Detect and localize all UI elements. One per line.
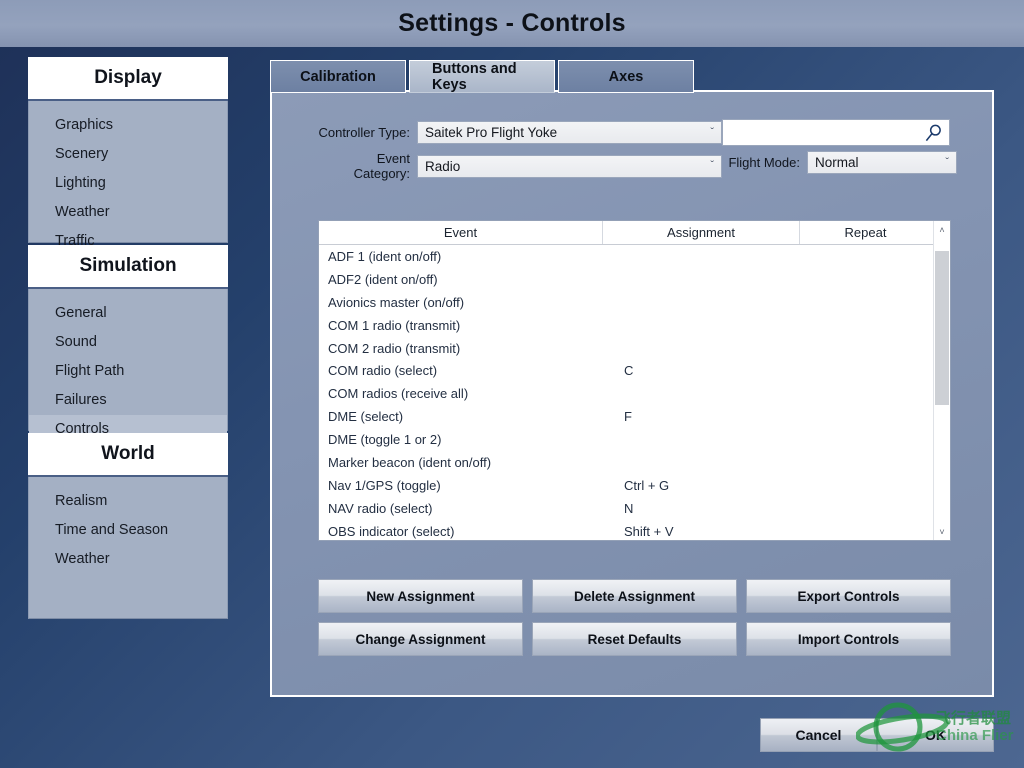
assignments-table-body-wrap: Event Assignment Repeat ADF 1 (ident on/… [319,221,933,540]
cell-assignment: C [602,363,799,378]
cell-event: COM radios (receive all) [319,386,602,401]
cell-assignment: F [602,409,799,424]
cell-event: ADF2 (ident on/off) [319,272,602,287]
tab-bar: Calibration Buttons and Keys Axes [270,60,694,93]
sidebar: Display Graphics Scenery Lighting Weathe… [28,57,228,621]
dialog-footer: Cancel OK [760,718,994,752]
controls-panel: Controller Type: Saitek Pro Flight Yoke … [270,90,994,697]
ok-button[interactable]: OK [877,718,994,752]
event-category-row: Event Category: Radio ˇ [318,151,722,181]
search-input[interactable] [723,120,919,145]
delete-assignment-button[interactable]: Delete Assignment [532,579,737,613]
sidebar-item-flight-path[interactable]: Flight Path [29,357,227,386]
search-icon[interactable] [924,124,943,143]
sidebar-item-lighting[interactable]: Lighting [29,169,227,198]
action-buttons: New Assignment Delete Assignment Export … [318,579,951,656]
sidebar-item-world-weather[interactable]: Weather [29,545,227,574]
table-row[interactable]: Nav 1/GPS (toggle)Ctrl + G [319,474,933,497]
tab-axes[interactable]: Axes [558,60,694,93]
table-row[interactable]: Marker beacon (ident on/off) [319,451,933,474]
table-row[interactable]: ADF 1 (ident on/off) [319,245,933,268]
event-category-label: Event Category: [318,151,410,181]
cell-event: COM 2 radio (transmit) [319,341,602,356]
tab-buttons-and-keys[interactable]: Buttons and Keys [409,60,555,93]
sidebar-group-world-items: Realism Time and Season Weather [28,477,228,619]
cell-event: ADF 1 (ident on/off) [319,249,602,264]
export-controls-button[interactable]: Export Controls [746,579,951,613]
cancel-button[interactable]: Cancel [760,718,877,752]
chevron-down-icon: ˇ [945,157,949,168]
cell-event: DME (select) [319,409,602,424]
cell-event: Marker beacon (ident on/off) [319,455,602,470]
column-header-repeat[interactable]: Repeat [799,221,931,244]
table-row[interactable]: Avionics master (on/off) [319,291,933,314]
change-assignment-button[interactable]: Change Assignment [318,622,523,656]
sidebar-item-graphics[interactable]: Graphics [29,111,227,140]
sidebar-header-display: Display [28,57,228,101]
table-row[interactable]: DME (select)F [319,405,933,428]
flight-mode-select[interactable]: Normal ˇ [807,151,957,174]
cell-event: NAV radio (select) [319,501,602,516]
scroll-down-arrow-icon[interactable]: ˅ [934,523,950,540]
import-controls-button[interactable]: Import Controls [746,622,951,656]
sidebar-group-display-items: Graphics Scenery Lighting Weather Traffi… [28,101,228,243]
column-header-assignment[interactable]: Assignment [602,221,799,244]
controller-type-value: Saitek Pro Flight Yoke [425,125,557,140]
cell-event: COM 1 radio (transmit) [319,318,602,333]
chevron-down-icon: ˇ [710,127,714,138]
window-title-bar: Settings - Controls [0,0,1024,47]
table-vertical-scrollbar[interactable]: ˄ ˅ [933,221,950,540]
cell-assignment: Ctrl + G [602,478,799,493]
search-box[interactable] [722,119,950,146]
table-row[interactable]: ADF2 (ident on/off) [319,268,933,291]
chevron-down-icon: ˇ [710,161,714,172]
controller-type-label: Controller Type: [318,125,410,140]
scrollbar-thumb[interactable] [935,251,949,405]
sidebar-item-failures[interactable]: Failures [29,386,227,415]
cell-event: Nav 1/GPS (toggle) [319,478,602,493]
sidebar-group-world: World Realism Time and Season Weather [28,433,228,619]
controller-type-select[interactable]: Saitek Pro Flight Yoke ˇ [417,121,722,144]
page-title: Settings - Controls [398,9,625,38]
table-body: ADF 1 (ident on/off) ADF2 (ident on/off) A… [319,245,933,540]
sidebar-item-time-and-season[interactable]: Time and Season [29,516,227,545]
flight-mode-label: Flight Mode: [722,155,800,170]
flight-mode-value: Normal [815,155,859,170]
cell-event: COM radio (select) [319,363,602,378]
scroll-up-arrow-icon[interactable]: ˄ [934,221,950,238]
cell-event: DME (toggle 1 or 2) [319,432,602,447]
sidebar-item-weather[interactable]: Weather [29,198,227,227]
event-category-value: Radio [425,159,460,174]
sidebar-group-simulation-items: General Sound Flight Path Failures Contr… [28,289,228,431]
sidebar-group-simulation: Simulation General Sound Flight Path Fai… [28,245,228,431]
new-assignment-button[interactable]: New Assignment [318,579,523,613]
controller-type-row: Controller Type: Saitek Pro Flight Yoke … [318,121,722,144]
sidebar-item-scenery[interactable]: Scenery [29,140,227,169]
table-header-row: Event Assignment Repeat [319,221,933,245]
cell-event: OBS indicator (select) [319,524,602,539]
table-row[interactable]: COM radios (receive all) [319,382,933,405]
table-row[interactable]: NAV radio (select)N [319,497,933,520]
cell-assignment: N [602,501,799,516]
reset-defaults-button[interactable]: Reset Defaults [532,622,737,656]
column-header-event[interactable]: Event [319,221,602,244]
cell-event: Avionics master (on/off) [319,295,602,310]
tab-calibration[interactable]: Calibration [270,60,406,93]
table-row[interactable]: COM radio (select)C [319,359,933,382]
event-category-select[interactable]: Radio ˇ [417,155,722,178]
sidebar-group-display: Display Graphics Scenery Lighting Weathe… [28,57,228,243]
sidebar-item-general[interactable]: General [29,299,227,328]
table-row[interactable]: COM 2 radio (transmit) [319,337,933,360]
table-row[interactable]: DME (toggle 1 or 2) [319,428,933,451]
flight-mode-row: Flight Mode: Normal ˇ [722,151,957,174]
table-row[interactable]: OBS indicator (select)Shift + V [319,520,933,540]
table-row[interactable]: COM 1 radio (transmit) [319,314,933,337]
sidebar-item-realism[interactable]: Realism [29,487,227,516]
cell-assignment: Shift + V [602,524,799,539]
assignments-table: Event Assignment Repeat ADF 1 (ident on/… [318,220,951,541]
sidebar-item-sound[interactable]: Sound [29,328,227,357]
